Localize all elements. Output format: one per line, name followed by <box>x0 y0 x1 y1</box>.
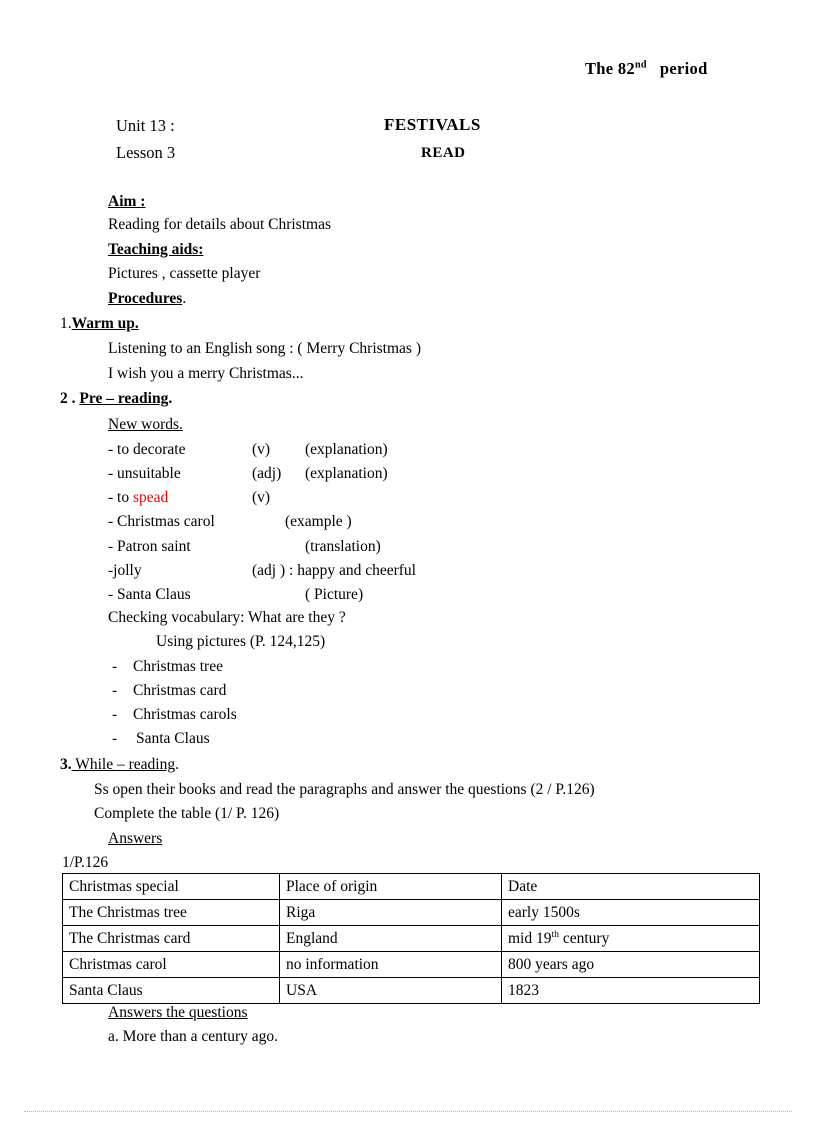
period-label: The 82nd period <box>585 59 708 79</box>
warm-up-line-1: Listening to an English song : ( Merry C… <box>108 340 421 357</box>
footer-divider <box>24 1111 792 1113</box>
vocab-pos-2: (v) <box>252 489 271 506</box>
table-cell-date: mid 19th century <box>501 925 760 952</box>
table-row: Christmas carol no information 800 years… <box>62 951 760 978</box>
vocab-term-0: - to decorate <box>108 441 186 458</box>
table-cell-date: early 1500s <box>501 899 760 926</box>
answers-questions-label: Answers the questions <box>108 1004 248 1021</box>
picture-item-2: Christmas carols <box>133 706 237 723</box>
procedures-trailing: . <box>182 290 187 307</box>
page-title: FESTIVALS <box>384 115 481 134</box>
picture-item-3: Santa Claus <box>136 730 210 747</box>
using-pictures-text: Using pictures (P. 124,125) <box>156 633 326 650</box>
vocab-term-2-highlight: spead <box>132 489 169 506</box>
table-cell-date: 800 years ago <box>501 951 760 978</box>
checking-vocabulary-text: Checking vocabulary: What are they ? <box>108 609 346 626</box>
table-row: Santa Claus USA 1823 <box>62 977 760 1004</box>
new-words-label: New words. <box>108 416 183 433</box>
vocab-term-3: - Christmas carol <box>108 513 215 530</box>
pre-reading-heading: 2 . Pre – reading. <box>60 391 172 407</box>
christmas-specials-table: Christmas special Place of origin Date T… <box>62 873 760 1004</box>
table-caption: 1/P.126 <box>62 854 109 871</box>
picture-item-0: Christmas tree <box>133 658 223 675</box>
table-cell-origin: England <box>279 925 502 952</box>
vocab-term-6: - Santa Claus <box>108 586 191 603</box>
table-cell-special: The Christmas tree <box>62 899 280 926</box>
new-words-heading: New words. <box>108 417 183 433</box>
pre-reading-number: 2 . <box>60 390 80 407</box>
table-cell-special: Santa Claus <box>62 977 280 1004</box>
while-reading-trailing: . <box>175 756 179 773</box>
table-cell-origin: USA <box>279 977 502 1004</box>
aim-text: Reading for details about Christmas <box>108 216 331 233</box>
warm-up-label: Warm up. <box>71 315 139 332</box>
teaching-aids-text: Pictures , cassette player <box>108 265 261 282</box>
while-reading-label: While – reading <box>71 756 176 773</box>
table-cell-special: Christmas carol <box>62 951 280 978</box>
vocab-term-2: - to spead <box>108 489 168 507</box>
picture-item-dash-1: - <box>112 682 118 699</box>
table-header-row: Christmas special Place of origin Date <box>62 873 760 900</box>
warm-up-line-2: I wish you a merry Christmas... <box>108 365 304 382</box>
vocab-note-4: (translation) <box>305 538 381 555</box>
while-reading-line-1: Ss open their books and read the paragra… <box>94 781 595 798</box>
vocab-note-1: (explanation) <box>305 465 388 482</box>
procedures-heading: Procedures. <box>108 291 186 307</box>
table-column-header-1: Place of origin <box>279 873 502 900</box>
document-page: The 82nd period Unit 13 : Lesson 3 FESTIV… <box>0 0 816 1123</box>
warm-up-heading: 1.Warm up. <box>60 316 139 332</box>
table-cell-date: 1823 <box>501 977 760 1004</box>
picture-item-dash-2: - <box>112 706 118 723</box>
pre-reading-label: Pre – reading <box>79 390 169 407</box>
table-row: The Christmas card England mid 19th cent… <box>62 925 760 952</box>
vocab-term-5: -jolly <box>108 562 142 579</box>
vocab-pos-0: (v) <box>252 441 271 458</box>
vocab-term-4: - Patron saint <box>108 538 191 555</box>
while-reading-heading: 3. While – reading. <box>60 757 179 773</box>
vocab-pos-5: (adj ) : happy and cheerful <box>252 562 416 579</box>
vocab-term-2-prefix: - to <box>108 489 133 506</box>
table-cell-origin: Riga <box>279 899 502 926</box>
lesson-text: Lesson 3 <box>116 143 176 162</box>
procedures-label: Procedures <box>108 290 183 307</box>
vocab-pos-1: (adj) <box>252 465 282 482</box>
period-text: The 82 <box>585 59 635 78</box>
table-cell-special: The Christmas card <box>62 925 280 952</box>
table-row: The Christmas tree Riga early 1500s <box>62 899 760 926</box>
unit-label: Unit 13 : <box>116 116 175 136</box>
while-reading-line-2: Complete the table (1/ P. 126) <box>94 805 280 822</box>
teaching-aids-heading: Teaching aids: <box>108 241 204 258</box>
period-tail: period <box>659 59 708 78</box>
pre-reading-trailing: . <box>168 390 173 407</box>
answer-item-0: a. More than a century ago. <box>108 1028 279 1045</box>
table-column-header-2: Date <box>501 873 760 900</box>
answers-label: Answers <box>108 830 163 847</box>
period-ordinal-suffix: nd <box>634 59 647 71</box>
warm-up-number: 1. <box>60 315 72 332</box>
unit-text: Unit 13 : <box>116 116 175 135</box>
page-subtitle: READ <box>421 145 466 161</box>
picture-item-dash-3: - <box>112 730 118 747</box>
answers-questions-heading: Answers the questions <box>108 1005 248 1021</box>
vocab-note-3: (example ) <box>285 513 352 530</box>
answers-heading: Answers <box>108 831 162 847</box>
table-cell-origin: no information <box>279 951 502 978</box>
lesson-label: Lesson 3 <box>116 143 175 163</box>
vocab-note-6: ( Picture) <box>305 586 364 603</box>
while-reading-number: 3. <box>60 756 72 773</box>
picture-item-dash-0: - <box>112 658 118 675</box>
table-column-header-0: Christmas special <box>62 873 280 900</box>
vocab-term-1: - unsuitable <box>108 465 181 482</box>
aim-heading: Aim : <box>108 193 146 210</box>
picture-item-1: Christmas card <box>133 682 227 699</box>
vocab-note-0: (explanation) <box>305 441 388 458</box>
